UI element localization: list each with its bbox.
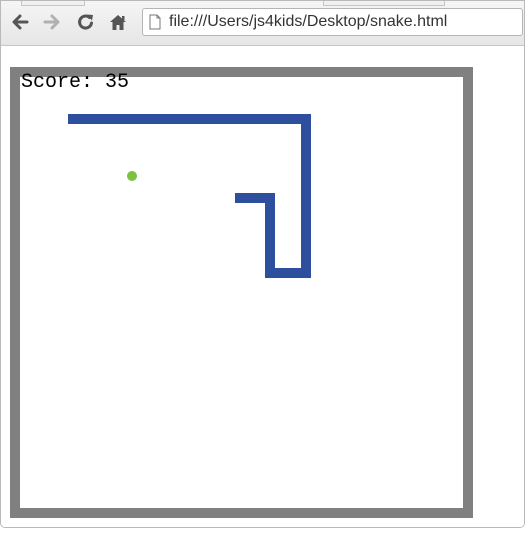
address-bar[interactable]: file:///Users/js4kids/Desktop/snake.html	[142, 8, 523, 36]
home-icon	[110, 15, 126, 30]
browser-window: file:///Users/js4kids/Desktop/snake.html…	[0, 0, 525, 528]
reload-icon	[78, 14, 93, 30]
score-text: Score: 35	[21, 71, 129, 94]
board-border	[10, 67, 473, 518]
page-icon	[149, 14, 161, 30]
reload-button[interactable]	[75, 10, 97, 34]
tab-edge-right	[323, 1, 445, 6]
forward-button[interactable]	[41, 10, 63, 34]
back-arrow-icon	[12, 14, 29, 30]
home-button[interactable]	[107, 10, 129, 34]
page-content: Score: 35	[1, 46, 524, 527]
back-button[interactable]	[9, 10, 31, 34]
address-bar-url[interactable]: file:///Users/js4kids/Desktop/snake.html	[169, 13, 447, 31]
browser-toolbar: file:///Users/js4kids/Desktop/snake.html	[1, 1, 524, 46]
game-canvas[interactable]: Score: 35	[10, 67, 473, 518]
apple	[127, 171, 137, 181]
forward-arrow-icon	[43, 14, 60, 30]
tab-edge-left	[21, 1, 85, 6]
